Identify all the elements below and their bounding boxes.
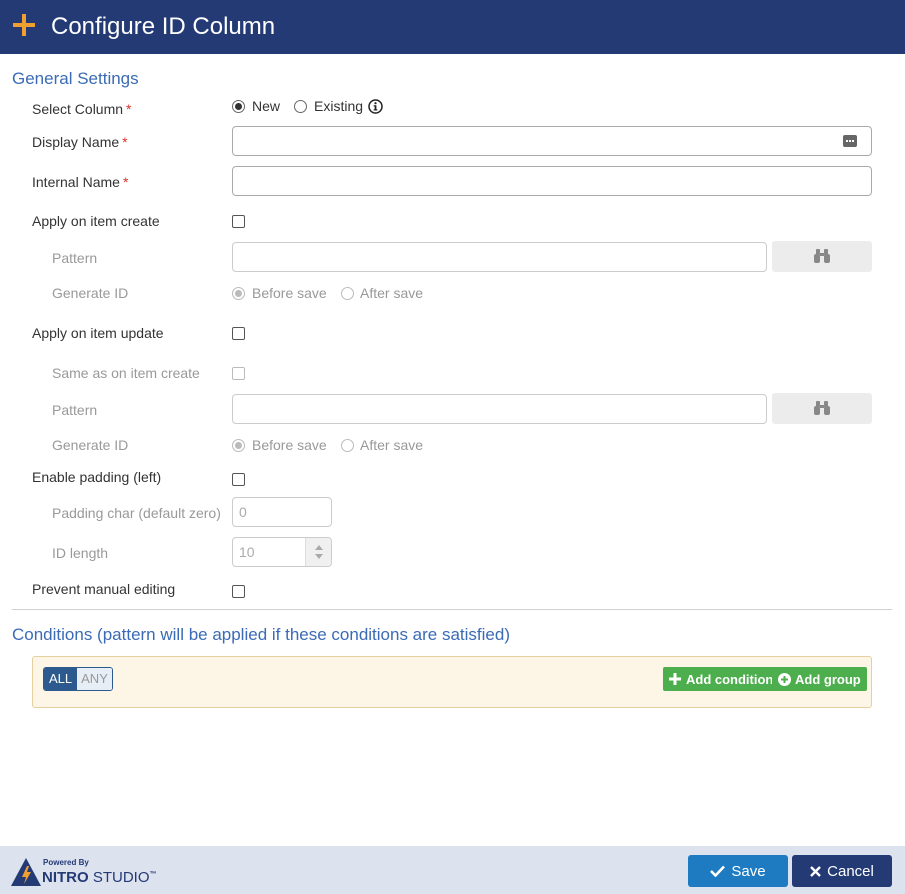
same-as-create-checkbox[interactable] [232, 367, 245, 380]
update-pattern-lookup-button[interactable] [772, 393, 872, 424]
save-button[interactable]: Save [688, 855, 788, 887]
conditions-title: Conditions (pattern will be applied if t… [12, 625, 510, 644]
enable-padding-label: Enable padding (left) [32, 469, 162, 485]
display-name-label: Display Name * [32, 134, 128, 150]
id-length-input[interactable]: 10 [232, 537, 332, 567]
padding-char-input[interactable]: 0 [232, 497, 332, 527]
radio-existing[interactable] [294, 100, 307, 113]
update-before-save-radio[interactable] [232, 439, 245, 452]
internal-name-input[interactable] [232, 166, 872, 196]
radio-existing-label[interactable]: Existing [314, 98, 363, 114]
cancel-button[interactable]: Cancel [792, 855, 892, 887]
apply-update-label: Apply on item update [32, 325, 164, 341]
nitro-logo-icon [11, 858, 41, 886]
required-marker: * [122, 134, 128, 150]
create-after-save-label: After save [360, 285, 424, 301]
required-marker: * [122, 174, 129, 190]
plus-icon [13, 14, 35, 36]
spinner-arrows-icon [315, 545, 323, 559]
language-picker-icon[interactable] [843, 135, 857, 147]
apply-create-checkbox[interactable] [232, 215, 245, 228]
radio-new-label[interactable]: New [252, 98, 280, 114]
id-length-stepper[interactable] [305, 538, 331, 566]
enable-padding-checkbox[interactable] [232, 473, 245, 486]
update-pattern-label: Pattern [52, 402, 98, 418]
plus-icon [669, 673, 681, 685]
update-before-save-label: Before save [252, 437, 327, 453]
prevent-editing-checkbox[interactable] [232, 585, 245, 598]
check-icon [710, 865, 726, 877]
update-generate-label: Generate ID [52, 437, 129, 453]
toggle-all[interactable]: ALL [44, 668, 78, 690]
create-before-save-label: Before save [252, 285, 327, 301]
apply-update-checkbox[interactable] [232, 327, 245, 340]
info-icon[interactable] [368, 99, 383, 114]
apply-create-label: Apply on item create [32, 213, 160, 229]
required-marker: * [126, 101, 132, 117]
add-group-button[interactable]: Add group [772, 667, 867, 691]
create-after-save-radio[interactable] [341, 287, 354, 300]
general-settings-title: General Settings [12, 69, 139, 88]
nitro-studio-logo: Powered By NITRO STUDIO™ [11, 856, 171, 886]
create-pattern-lookup-button[interactable] [772, 241, 872, 272]
update-after-save-label: After save [360, 437, 424, 453]
dialog-title: Configure ID Column [51, 13, 276, 40]
dialog-footer: Powered By NITRO STUDIO™ Save Cancel [0, 846, 905, 894]
radio-new[interactable] [232, 100, 245, 113]
internal-name-label: Internal Name * [32, 174, 129, 190]
conditions-panel: ALL ANY Add condition Add group [32, 656, 872, 708]
toggle-any[interactable]: ANY [77, 668, 112, 690]
binoculars-icon [814, 249, 830, 263]
id-length-label: ID length [52, 545, 109, 561]
binoculars-icon [814, 401, 830, 415]
select-column-label: Select Column * [32, 101, 132, 117]
close-icon [810, 865, 821, 877]
create-generate-label: Generate ID [52, 285, 129, 301]
section-divider [12, 609, 892, 610]
plus-circle-icon [778, 672, 791, 686]
same-as-create-label: Same as on item create [52, 365, 200, 381]
update-after-save-radio[interactable] [341, 439, 354, 452]
prevent-editing-label: Prevent manual editing [32, 581, 176, 597]
create-pattern-label: Pattern [52, 250, 98, 266]
create-before-save-radio[interactable] [232, 287, 245, 300]
create-pattern-input[interactable] [232, 242, 767, 272]
display-name-input[interactable] [232, 126, 872, 156]
update-pattern-input[interactable] [232, 394, 767, 424]
padding-char-label: Padding char (default zero) [52, 505, 221, 521]
all-any-toggle[interactable]: ALL ANY [43, 667, 113, 691]
add-condition-button[interactable]: Add condition [663, 667, 780, 691]
dialog-header: Configure ID Column [0, 0, 905, 54]
